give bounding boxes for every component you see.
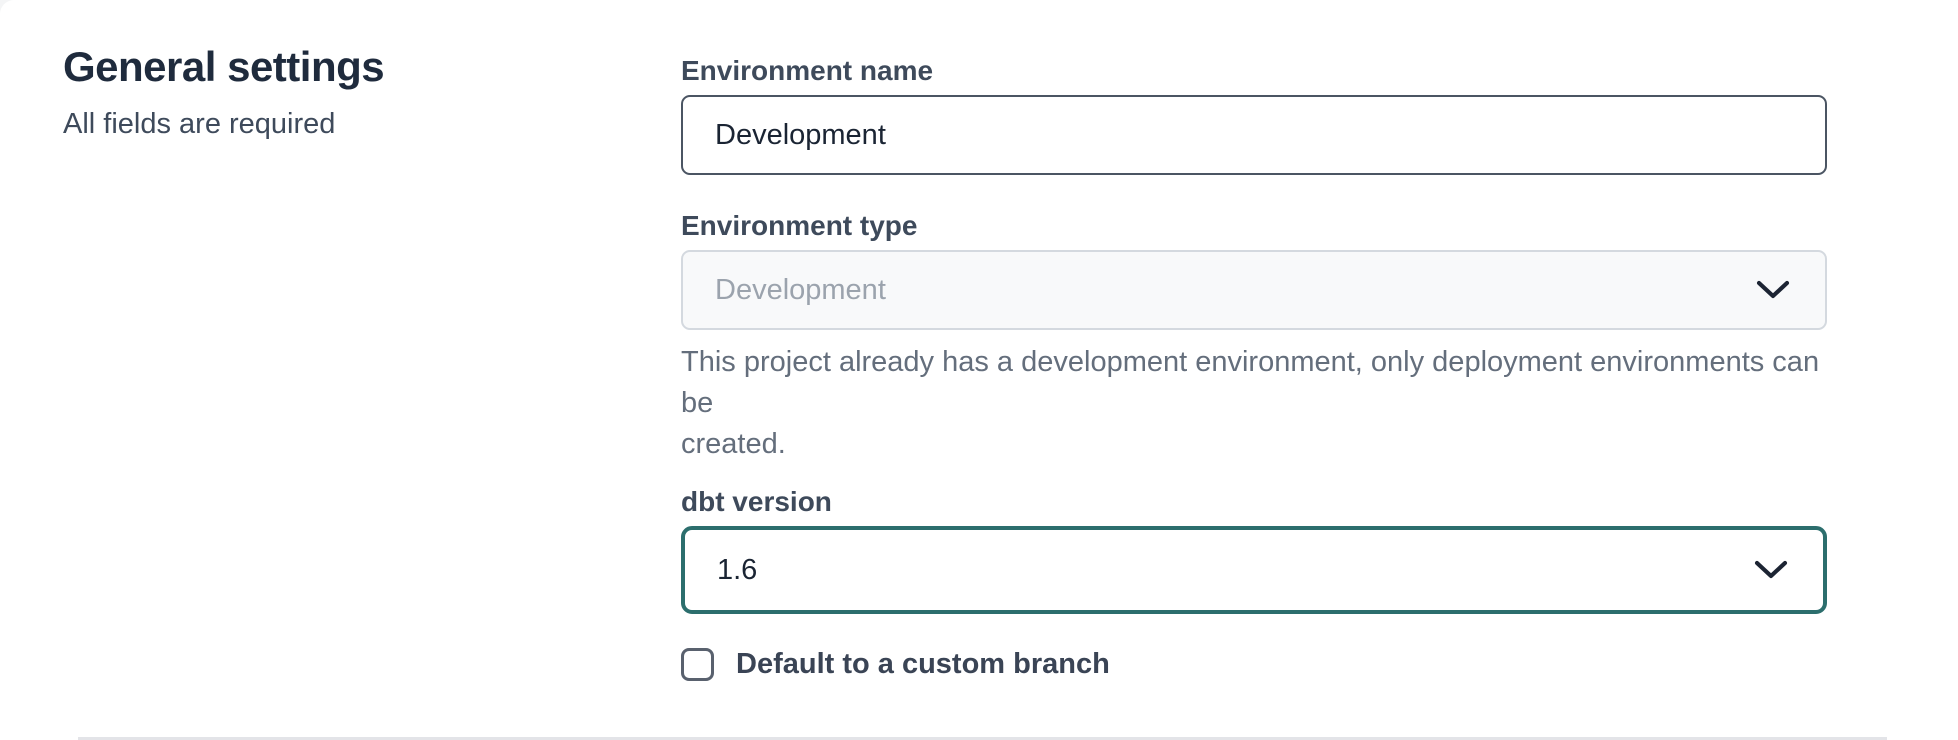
environment-type-group: Environment type Development This projec… xyxy=(681,207,1827,465)
section-subtitle: All fields are required xyxy=(63,106,681,142)
section-intro: General settings All fields are required xyxy=(0,0,681,740)
custom-branch-row: Default to a custom branch xyxy=(681,648,1827,681)
custom-branch-label[interactable]: Default to a custom branch xyxy=(736,648,1110,681)
general-settings-card: General settings All fields are required… xyxy=(0,0,1958,740)
environment-name-group: Environment name xyxy=(681,52,1827,175)
dbt-version-label: dbt version xyxy=(681,483,1827,521)
environment-type-value: Development xyxy=(715,274,886,307)
environment-type-select[interactable]: Development xyxy=(681,250,1827,330)
page-title: General settings xyxy=(63,44,681,90)
environment-type-label: Environment type xyxy=(681,207,1827,245)
chevron-down-icon xyxy=(1753,559,1789,581)
environment-type-helper: This project already has a development e… xyxy=(681,342,1827,465)
dbt-version-value: 1.6 xyxy=(717,554,757,587)
custom-branch-checkbox[interactable] xyxy=(681,648,714,681)
dbt-version-select[interactable]: 1.6 xyxy=(681,526,1827,614)
helper-line: This project already has a development e… xyxy=(681,342,1827,424)
environment-name-input[interactable] xyxy=(681,95,1827,175)
settings-form: Environment name Environment type Develo… xyxy=(681,0,1827,740)
environment-name-label: Environment name xyxy=(681,52,1827,90)
dbt-version-group: dbt version 1.6 xyxy=(681,483,1827,614)
helper-line: created. xyxy=(681,424,1827,465)
chevron-down-icon xyxy=(1755,279,1791,301)
